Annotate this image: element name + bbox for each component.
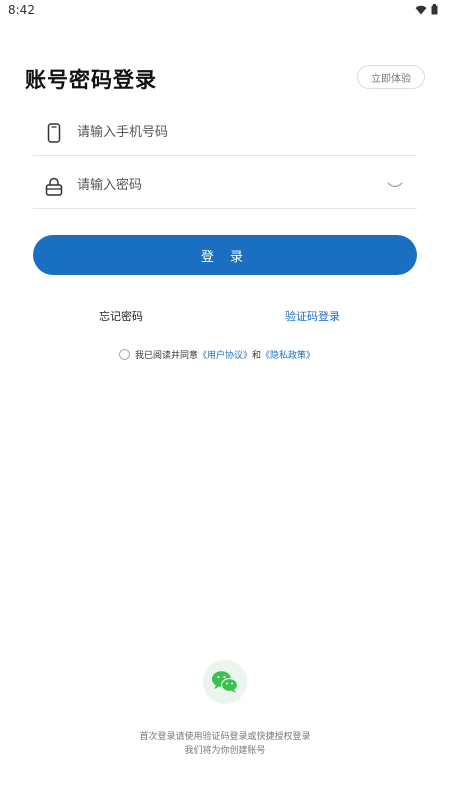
try-now-button[interactable]: 立即体验 [357, 65, 425, 89]
footer-line-1: 首次登录请使用验证码登录或快捷授权登录 [139, 732, 311, 742]
sms-login-link[interactable]: 验证码登录 [285, 308, 340, 324]
agreement-prefix: 我已阅读并同意 [135, 351, 199, 361]
user-agreement-link[interactable]: 《用户协议》 [198, 348, 252, 361]
agreement-checkbox[interactable] [119, 349, 130, 360]
forgot-password-link[interactable]: 忘记密码 [99, 308, 143, 324]
agreement-row: 我已阅读并同意 《用户协议》 和 《隐私政策》 [119, 348, 315, 361]
wechat-icon [212, 671, 239, 693]
lock-icon [45, 177, 63, 196]
login-button[interactable]: 登 录 [33, 235, 417, 275]
agreement-conjunction: 和 [252, 351, 262, 361]
eye-closed-icon[interactable] [386, 180, 404, 190]
page-title: 账号密码登录 [25, 68, 157, 92]
password-input[interactable] [77, 170, 377, 200]
footer-note: 首次登录请使用验证码登录或快捷授权登录 我们将为你创建账号 [0, 730, 450, 758]
phone-icon [47, 123, 61, 143]
phone-input[interactable] [77, 117, 377, 147]
status-bar: 8:42 [0, 0, 450, 22]
status-icons [415, 4, 438, 15]
wechat-login-button[interactable] [203, 660, 247, 704]
password-field [33, 156, 417, 209]
wifi-icon [415, 5, 427, 14]
status-time: 8:42 [8, 3, 35, 17]
privacy-policy-link[interactable]: 《隐私政策》 [261, 348, 315, 361]
battery-icon [431, 4, 438, 15]
footer-line-2: 我们将为你创建账号 [184, 746, 266, 756]
phone-field [33, 103, 417, 156]
